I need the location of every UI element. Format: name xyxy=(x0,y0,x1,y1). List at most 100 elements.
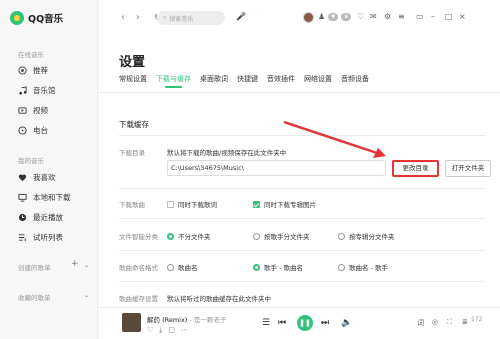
sidebar-item-favorites[interactable]: 我喜欢 xyxy=(18,172,56,183)
open-folder-button[interactable]: 打开文件夹 xyxy=(445,160,491,177)
mini-mode-icon[interactable]: ▭ xyxy=(416,12,424,21)
add-playlist-icon[interactable]: + xyxy=(71,259,79,269)
radio-artist-song[interactable]: 歌手 - 歌曲名 xyxy=(253,262,303,272)
search-input[interactable]: 搜索音乐 xyxy=(169,14,193,23)
microphone-icon[interactable]: 🎤 xyxy=(236,12,246,21)
radio-by-artist[interactable]: 按歌手分文件夹 xyxy=(253,231,310,241)
collapse-chevron-icon[interactable]: ⌄ xyxy=(84,262,89,269)
sidebar-item-local-download[interactable]: 本地和下载 xyxy=(18,192,71,203)
top-bar: ‹ › ↻ ⌕ 搜索音乐 🎤 ♟ ♥ ♛ ♡ ✉ ⚙ ≡ ▭ – □ × xyxy=(98,0,500,36)
checkbox-label: 同时下载歌词 xyxy=(178,201,217,209)
lyrics-button[interactable]: 词 xyxy=(417,318,424,328)
sidebar-item-label: 电台 xyxy=(33,126,48,135)
tab-desktop-lyrics[interactable]: 桌面歌词 xyxy=(200,74,228,88)
section-title: 下载缓存 xyxy=(119,120,149,129)
player-bar: 解药 (Remix) - 是一颗老子 ♡ ⤓ ▢ ⋯ ☰ ⏮ ❚❚ ⏭ 🔈 词 … xyxy=(98,307,500,339)
smart-folder-label: 文件智能分类 xyxy=(119,233,158,241)
section-created-playlists: 创建的歌单 xyxy=(18,264,51,272)
minimize-icon[interactable]: – xyxy=(431,12,435,21)
tab-network[interactable]: 网络设置 xyxy=(304,74,332,88)
tabs-divider xyxy=(98,92,500,93)
vip-badge-icon[interactable]: ♥ xyxy=(328,13,339,21)
play-mode-icon[interactable]: ☰ xyxy=(262,318,270,328)
sidebar-item-label: 音乐馆 xyxy=(33,86,56,95)
checkbox-box-checked[interactable] xyxy=(253,200,260,208)
radio-button[interactable] xyxy=(338,232,345,240)
tab-audio-device[interactable]: 音频设备 xyxy=(341,74,369,88)
radio-button[interactable] xyxy=(338,263,345,271)
comment-icon[interactable]: ▢ xyxy=(168,326,175,335)
checkbox-download-album-art[interactable]: 同时下载专辑图片 xyxy=(253,199,316,209)
radio-button[interactable] xyxy=(167,263,174,271)
sidebar-item-label: 我喜欢 xyxy=(33,173,56,182)
app-logo[interactable]: QQ音乐 xyxy=(10,11,63,25)
expand-chevron-icon[interactable]: ⌄ xyxy=(84,292,89,299)
search-box[interactable]: ⌕ 搜索音乐 xyxy=(157,11,225,25)
sidebar-item-music-hall[interactable]: 音乐馆 xyxy=(18,85,56,96)
sidebar-item-recent[interactable]: 最近播放 xyxy=(18,212,63,223)
previous-icon[interactable]: ⏮ xyxy=(278,318,286,328)
sidebar-item-video[interactable]: 视频 xyxy=(18,105,48,116)
checkbox-label: 同时下载专辑图片 xyxy=(264,201,316,209)
sidebar-item-trial-list[interactable]: 试听列表 xyxy=(18,232,63,243)
sidebar-item-label: 视频 xyxy=(33,106,48,115)
radio-no-folder[interactable]: 不分文件夹 xyxy=(167,231,211,241)
tab-general[interactable]: 常规设置 xyxy=(119,74,147,88)
section-my-music: 我的音乐 xyxy=(18,157,44,165)
album-cover[interactable] xyxy=(122,313,141,332)
back-icon[interactable]: ‹ xyxy=(121,12,125,23)
level-badge-icon[interactable]: ♛ xyxy=(341,13,352,21)
sidebar-item-radio[interactable]: 电台 xyxy=(18,125,48,136)
maximize-icon[interactable]: □ xyxy=(445,12,453,21)
video-icon xyxy=(18,107,27,114)
radio-label: 歌曲名 xyxy=(178,264,198,272)
recommend-icon xyxy=(18,66,27,75)
avatar[interactable] xyxy=(303,12,314,23)
forward-icon[interactable]: › xyxy=(136,12,140,23)
sidebar: QQ音乐 在线音乐 推荐 音乐馆 视频 电台 我的音乐 我喜欢 本地和下载 最近… xyxy=(0,0,98,339)
radio-label: 歌手 - 歌曲名 xyxy=(264,264,303,272)
checkbox-box[interactable] xyxy=(167,200,174,208)
playlist-queue-icon[interactable]: ≣ xyxy=(462,318,468,326)
page-title: 设置 xyxy=(119,55,146,70)
user-icon[interactable]: ♟ xyxy=(318,12,325,21)
radio-song-artist[interactable]: 歌曲名 - 歌手 xyxy=(338,262,388,272)
radio-button-selected[interactable] xyxy=(253,263,260,271)
app-name: QQ音乐 xyxy=(28,14,64,25)
tab-shortcuts[interactable]: 快捷键 xyxy=(237,74,258,88)
radio-button-selected[interactable] xyxy=(167,232,174,240)
sidebar-item-label: 本地和下载 xyxy=(33,193,71,202)
listen-together-icon[interactable]: ⛶ xyxy=(447,318,452,327)
now-playing-title[interactable]: 解药 (Remix) - 是一颗老子 xyxy=(147,314,226,324)
pause-button[interactable]: ❚❚ xyxy=(297,315,313,331)
skin-icon[interactable]: ♡ xyxy=(357,12,364,21)
section-collected-playlists: 收藏的歌单 xyxy=(18,294,51,302)
like-icon[interactable]: ♡ xyxy=(147,326,153,335)
radio-label: 歌曲名 - 歌手 xyxy=(349,264,388,272)
checkbox-download-lyrics[interactable]: 同时下载歌词 xyxy=(167,199,217,209)
song-name[interactable]: 解药 (Remix) xyxy=(147,316,187,324)
radio-song-name[interactable]: 歌曲名 xyxy=(167,262,198,272)
mail-icon[interactable]: ✉ xyxy=(370,12,377,21)
tab-sound-plugins[interactable]: 音效插件 xyxy=(267,74,295,88)
more-icon[interactable]: ⋯ xyxy=(181,326,188,335)
download-dir-hint: 默认将下载的歌曲/视频保存在此文件夹中 xyxy=(167,149,287,157)
change-directory-button[interactable]: 更改目录 xyxy=(392,160,439,177)
settings-gear-icon[interactable]: ⚙ xyxy=(384,12,391,21)
sound-effect-icon[interactable]: ◎ xyxy=(432,318,438,326)
radio-by-album[interactable]: 按专辑分文件夹 xyxy=(338,231,395,241)
heart-icon xyxy=(18,174,27,182)
close-icon[interactable]: × xyxy=(459,12,466,21)
radio-button[interactable] xyxy=(253,232,260,240)
download-path-field[interactable]: C:\Users\34675\Music\ xyxy=(167,160,386,176)
menu-icon[interactable]: ≡ xyxy=(398,12,405,21)
artist-name[interactable]: 是一颗老子 xyxy=(194,316,227,324)
tab-download-cache[interactable]: 下载与缓存 xyxy=(156,74,191,88)
volume-icon[interactable]: 🔈 xyxy=(341,318,352,328)
next-icon[interactable]: ⏭ xyxy=(321,318,329,328)
download-icon[interactable]: ⤓ xyxy=(159,326,162,335)
naming-format-label: 歌曲命名格式 xyxy=(119,264,158,272)
download-dir-label: 下载目录 xyxy=(119,149,145,157)
sidebar-item-recommend[interactable]: 推荐 xyxy=(18,65,48,76)
cache-settings-label: 歌曲缓存设置 xyxy=(119,295,158,303)
